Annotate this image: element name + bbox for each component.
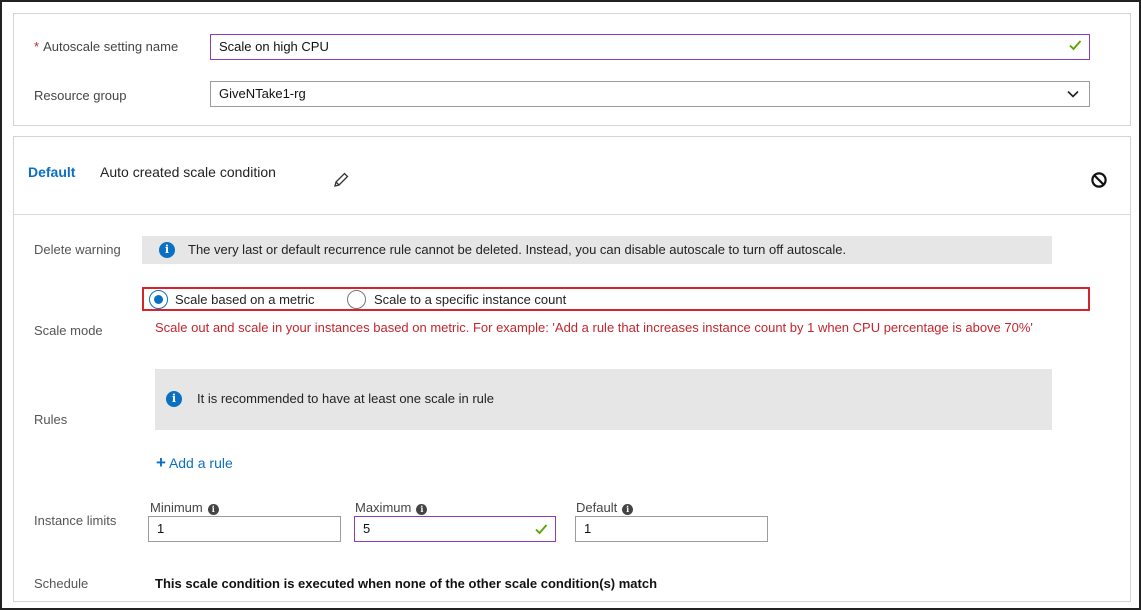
scale-mode-options: Scale based on a metric Scale to a speci… — [142, 287, 1090, 311]
valid-check-icon — [1069, 40, 1082, 51]
required-marker: * — [34, 39, 40, 54]
info-icon: i — [159, 242, 175, 258]
minimum-label-text: Minimum — [150, 500, 203, 515]
delete-warning-bar: i The very last or default recurrence ru… — [142, 236, 1052, 264]
autoscale-setting-name-label-text: Autoscale setting name — [43, 39, 179, 54]
plus-icon: + — [156, 453, 166, 472]
scale-instance-count-radio[interactable] — [347, 290, 366, 309]
default-count-label: Default i — [576, 500, 634, 515]
rules-info-text: It is recommended to have at least one s… — [197, 391, 494, 406]
resource-group-select[interactable]: GiveNTake1-rg — [210, 81, 1090, 107]
scale-mode-note: Scale out and scale in your instances ba… — [155, 320, 1033, 335]
minimum-input[interactable]: 1 — [148, 516, 341, 542]
instance-limits-label: Instance limits — [34, 513, 117, 528]
rules-label: Rules — [34, 412, 68, 427]
scale-metric-radio[interactable] — [149, 290, 168, 309]
valid-check-icon — [535, 524, 548, 535]
condition-title: Auto created scale condition — [100, 164, 276, 180]
schedule-text: This scale condition is executed when no… — [155, 576, 658, 591]
condition-default-label: Default — [28, 164, 76, 180]
info-icon: i — [166, 391, 182, 407]
default-count-input[interactable]: 1 — [575, 516, 768, 542]
schedule-label: Schedule — [34, 576, 89, 591]
disable-icon[interactable] — [1090, 171, 1108, 189]
add-rule-label: Add a rule — [168, 455, 233, 471]
minimum-label: Minimum i — [150, 500, 219, 515]
scale-condition-card: Default Auto created scale condition Del… — [13, 136, 1131, 602]
autoscale-settings-card: * Autoscale setting name Scale on high CP… — [13, 13, 1131, 126]
autoscale-setting-name-value: Scale on high CPU — [219, 39, 329, 54]
maximum-input[interactable]: 5 — [354, 516, 556, 542]
scale-instance-count-option-label[interactable]: Scale to a specific instance count — [374, 292, 566, 307]
radio-selected-dot — [154, 295, 163, 304]
rules-info-bar: i It is recommended to have at least one… — [155, 369, 1052, 430]
resource-group-label: Resource group — [34, 88, 127, 103]
delete-warning-text: The very last or default recurrence rule… — [188, 242, 847, 257]
autoscale-window: * Autoscale setting name Scale on high CP… — [0, 0, 1141, 610]
info-icon: i — [622, 504, 634, 515]
add-rule-link[interactable]: + Add a rule — [156, 453, 233, 473]
resource-group-value: GiveNTake1-rg — [219, 86, 306, 101]
scale-mode-label: Scale mode — [34, 323, 103, 338]
autoscale-setting-name-label: * Autoscale setting name — [34, 39, 178, 55]
maximum-label-text: Maximum — [355, 500, 412, 515]
default-count-label-text: Default — [576, 500, 618, 515]
chevron-down-icon — [1067, 90, 1079, 98]
maximum-label: Maximum i — [355, 500, 428, 515]
maximum-value: 5 — [363, 521, 371, 536]
default-count-value: 1 — [584, 521, 592, 536]
info-icon: i — [207, 504, 219, 515]
minimum-value: 1 — [157, 521, 165, 536]
scale-metric-option-label[interactable]: Scale based on a metric — [175, 292, 314, 307]
edit-pencil-icon[interactable] — [332, 171, 350, 189]
scale-condition-header: Default Auto created scale condition — [14, 137, 1130, 215]
info-icon: i — [416, 504, 428, 515]
autoscale-setting-name-input[interactable]: Scale on high CPU — [210, 34, 1090, 60]
delete-warning-label: Delete warning — [34, 242, 121, 257]
